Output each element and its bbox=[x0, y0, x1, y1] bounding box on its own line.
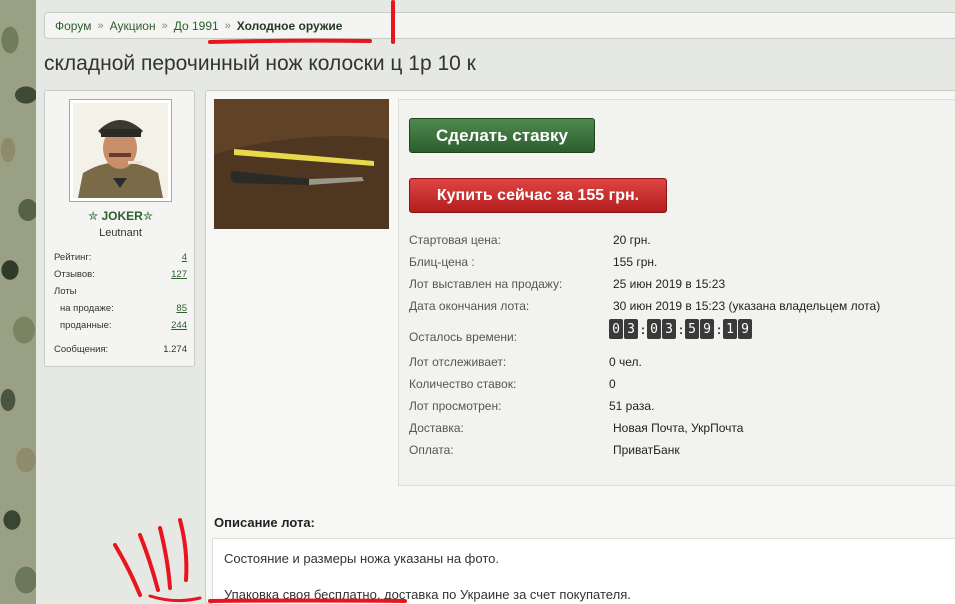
stat-on-sale: на продаже: 85 bbox=[54, 300, 187, 317]
listed-label: Лот выставлен на продажу: bbox=[409, 277, 563, 291]
timer-digit: 9 bbox=[738, 319, 752, 339]
stat-messages-value: 1.274 bbox=[163, 344, 187, 355]
countdown-timer: 0 3 : 0 3 : 5 9 : 1 9 bbox=[609, 319, 753, 339]
bids-count-value: 0 bbox=[609, 377, 616, 391]
user-stats: Рейтинг: 4 Отзывов: 127 Лоты на продаже:… bbox=[54, 249, 187, 358]
breadcrumb-separator-icon: » bbox=[97, 19, 104, 32]
breadcrumb-cold-weapons[interactable]: Холодное оружие bbox=[237, 19, 343, 33]
breadcrumb-separator-icon: » bbox=[224, 19, 231, 32]
watchers-label: Лот отслеживает: bbox=[409, 355, 507, 369]
stat-messages: Сообщения: 1.274 bbox=[54, 341, 187, 358]
buy-now-button[interactable]: Купить сейчас за 155 грн. bbox=[409, 178, 667, 213]
page-title: складной перочинный нож колоски ц 1р 10 … bbox=[44, 52, 476, 75]
bids-count-label: Количество ставок: bbox=[409, 377, 517, 391]
camo-background bbox=[0, 0, 36, 604]
timer-separator: : bbox=[716, 321, 722, 337]
delivery-label: Доставка: bbox=[409, 421, 464, 435]
stat-label: Сообщения: bbox=[54, 344, 109, 355]
end-date-label: Дата окончания лота: bbox=[409, 299, 530, 313]
stat-reviews-value[interactable]: 127 bbox=[171, 269, 187, 280]
description-line: Упаковка своя бесплатно, доставка по Укр… bbox=[224, 587, 631, 602]
description-line: Состояние и размеры ножа указаны на фото… bbox=[224, 551, 499, 566]
time-remaining-label: Осталось времени: bbox=[409, 330, 518, 344]
timer-digit: 0 bbox=[609, 319, 623, 339]
user-card: ✮ JOKER✮ Leutnant Рейтинг: 4 Отзывов: 12… bbox=[44, 90, 195, 367]
blitz-price-label: Блиц-цена : bbox=[409, 255, 475, 269]
views-label: Лот просмотрен: bbox=[409, 399, 502, 413]
stat-sold-value[interactable]: 244 bbox=[171, 320, 187, 331]
lot-photo[interactable] bbox=[214, 99, 389, 229]
timer-digit: 1 bbox=[723, 319, 737, 339]
payment-value: ПриватБанк bbox=[613, 443, 680, 457]
blitz-price-value: 155 грн. bbox=[613, 255, 658, 269]
stat-rating-value[interactable]: 4 bbox=[182, 252, 187, 263]
delivery-value: Новая Почта, УкрПочта bbox=[613, 421, 744, 435]
listed-value: 25 июн 2019 в 15:23 bbox=[613, 277, 726, 291]
stat-label: проданные: bbox=[60, 320, 112, 331]
username[interactable]: ✮ JOKER✮ bbox=[45, 209, 196, 223]
breadcrumb: Форум » Аукцион » До 1991 » Холодное ору… bbox=[44, 12, 955, 39]
views-value: 51 раза. bbox=[609, 399, 655, 413]
start-price-label: Стартовая цена: bbox=[409, 233, 501, 247]
timer-separator: : bbox=[640, 321, 646, 337]
stat-label: Отзывов: bbox=[54, 269, 95, 280]
timer-digit: 0 bbox=[647, 319, 661, 339]
start-price-value: 20 грн. bbox=[613, 233, 651, 247]
breadcrumb-before-1991[interactable]: До 1991 bbox=[174, 19, 219, 33]
stat-label: Рейтинг: bbox=[54, 252, 92, 263]
stat-on-sale-value[interactable]: 85 bbox=[176, 303, 187, 314]
timer-digit: 9 bbox=[700, 319, 714, 339]
knife-photo-image bbox=[214, 99, 389, 229]
timer-digit: 3 bbox=[624, 319, 638, 339]
stat-lots: Лоты bbox=[54, 283, 187, 300]
stat-reviews: Отзывов: 127 bbox=[54, 266, 187, 283]
breadcrumb-separator-icon: » bbox=[161, 19, 168, 32]
place-bid-button[interactable]: Сделать ставку bbox=[409, 118, 595, 153]
stat-label: Лоты bbox=[54, 286, 77, 297]
avatar[interactable] bbox=[69, 99, 172, 202]
breadcrumb-forum[interactable]: Форум bbox=[55, 19, 91, 33]
timer-digit: 3 bbox=[662, 319, 676, 339]
user-rank: Leutnant bbox=[99, 227, 142, 239]
stat-sold: проданные: 244 bbox=[54, 317, 187, 334]
stat-rating: Рейтинг: 4 bbox=[54, 249, 187, 266]
avatar-image bbox=[73, 103, 168, 198]
description-heading: Описание лота: bbox=[214, 515, 315, 530]
end-date-value: 30 июн 2019 в 15:23 (указана владельцем … bbox=[613, 299, 881, 313]
payment-label: Оплата: bbox=[409, 443, 454, 457]
timer-separator: : bbox=[678, 321, 684, 337]
watchers-value: 0 чел. bbox=[609, 355, 642, 369]
stat-label: на продаже: bbox=[60, 303, 114, 314]
breadcrumb-auction[interactable]: Аукцион bbox=[110, 19, 156, 33]
timer-digit: 5 bbox=[685, 319, 699, 339]
